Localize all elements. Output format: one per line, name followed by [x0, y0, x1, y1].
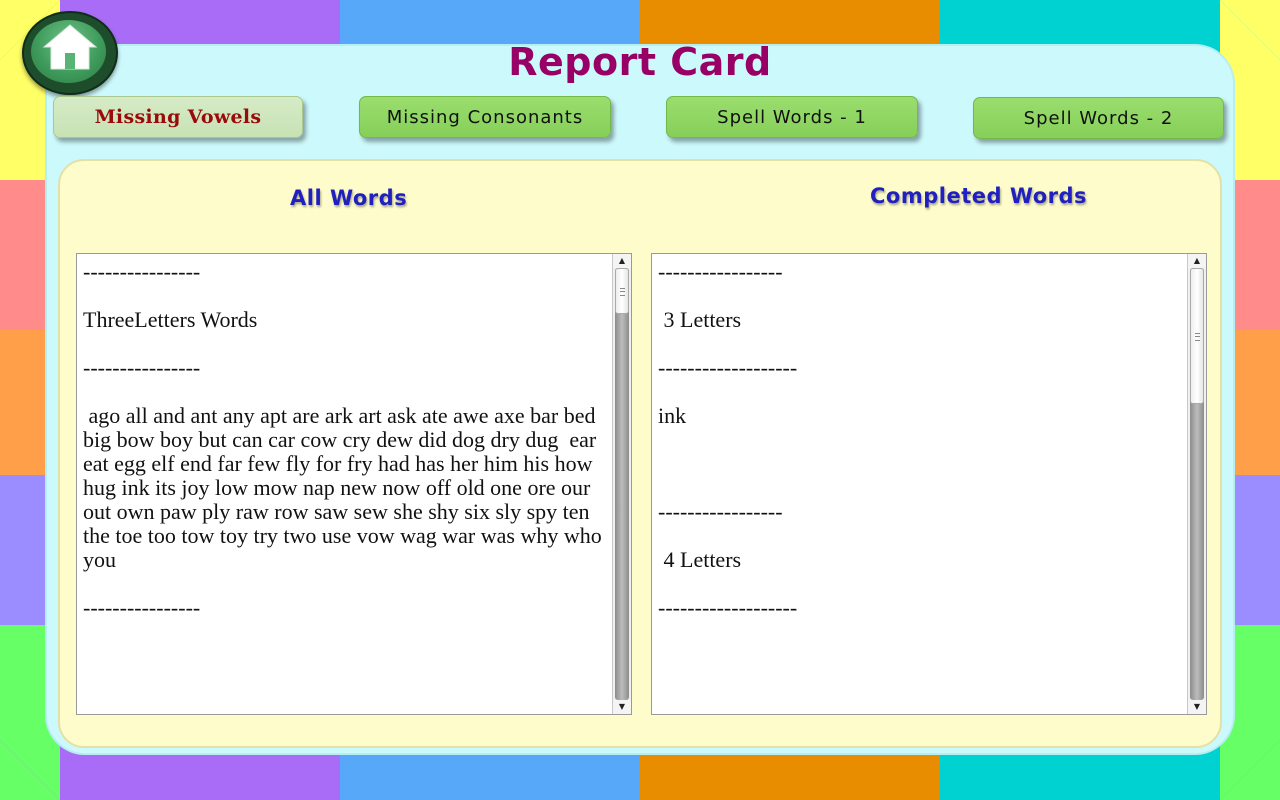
scroll-track[interactable]	[615, 268, 629, 700]
scroll-thumb[interactable]	[615, 268, 629, 314]
grip-icon	[1195, 333, 1200, 341]
completed-words-text: ----------------- 3 Letters ------------…	[658, 259, 798, 620]
completed-words-textbox[interactable]: ----------------- 3 Letters ------------…	[651, 253, 1207, 715]
grip-icon	[620, 288, 625, 296]
all-words-textbox[interactable]: ---------------- ThreeLetters Words ----…	[76, 253, 632, 715]
tab-missing-consonants[interactable]: Missing Consonants	[359, 96, 611, 138]
scroll-up-arrow-icon[interactable]: ▲	[1188, 254, 1206, 268]
completed-words-scrollbar[interactable]: ▲ ▼	[1187, 254, 1206, 714]
tab-missing-vowels[interactable]: Missing Vowels	[53, 96, 303, 138]
all-words-scrollbar[interactable]: ▲ ▼	[612, 254, 631, 714]
tab-spell-words-1[interactable]: Spell Words - 1	[666, 96, 918, 138]
completed-words-heading: Completed Words	[870, 184, 1088, 208]
scroll-down-arrow-icon[interactable]: ▼	[613, 700, 631, 714]
all-words-text: ---------------- ThreeLetters Words ----…	[83, 259, 602, 620]
scroll-thumb[interactable]	[1190, 268, 1204, 404]
tab-spell-words-2[interactable]: Spell Words - 2	[973, 97, 1224, 139]
page-title: Report Card	[508, 40, 772, 84]
scroll-down-arrow-icon[interactable]: ▼	[1188, 700, 1206, 714]
scroll-up-arrow-icon[interactable]: ▲	[613, 254, 631, 268]
all-words-heading: All Words	[290, 186, 408, 210]
